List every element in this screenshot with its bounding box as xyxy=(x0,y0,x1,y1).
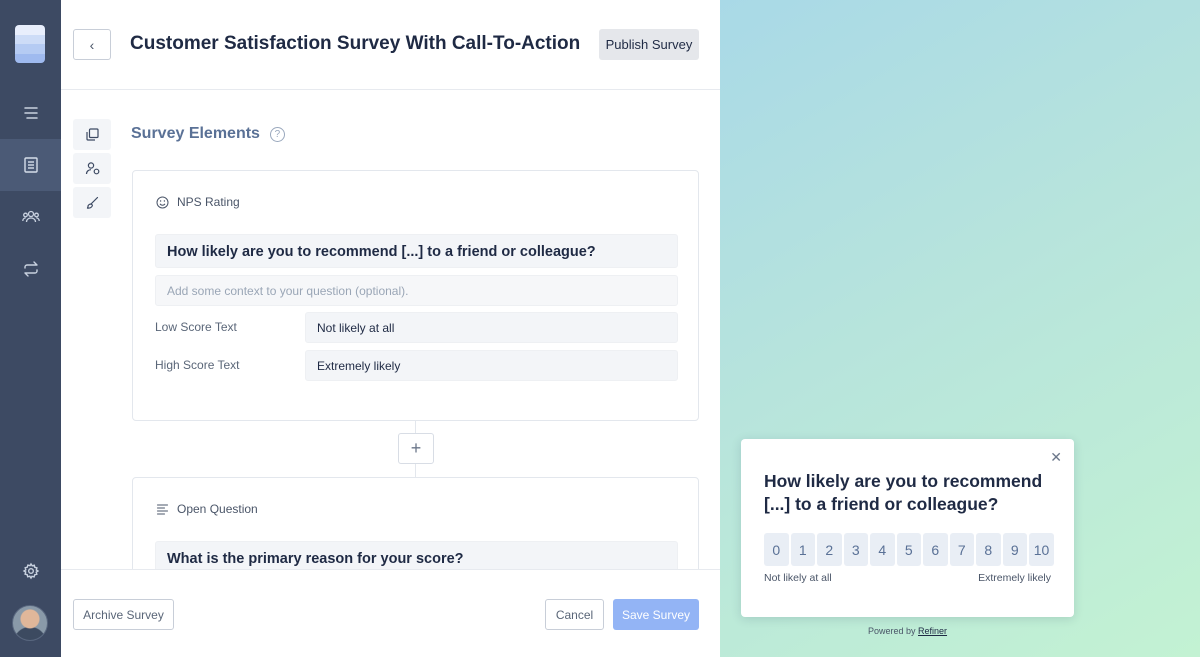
open-question-input[interactable]: What is the primary reason for your scor… xyxy=(155,541,678,569)
scale-option[interactable]: 1 xyxy=(790,533,815,566)
nps-context-input[interactable]: Add some context to your question (optio… xyxy=(155,275,678,306)
widget-question: How likely are you to recommend [...] to… xyxy=(764,471,1043,514)
sidebar-item-integrations[interactable] xyxy=(0,243,61,295)
powered-by: Powered by Refiner xyxy=(720,626,1095,636)
scale-option[interactable]: 0 xyxy=(764,533,789,566)
section-title: Survey Elements ? xyxy=(131,125,285,143)
smiley-icon xyxy=(156,196,169,208)
editor-tool-strip xyxy=(73,119,111,221)
avatar[interactable] xyxy=(12,605,48,641)
publish-survey-button[interactable]: Publish Survey xyxy=(599,29,699,60)
close-icon[interactable]: ✕ xyxy=(1050,449,1062,466)
app-logo[interactable] xyxy=(15,25,45,63)
scale-option[interactable]: 9 xyxy=(1002,533,1027,566)
add-element-button[interactable]: + xyxy=(398,433,434,464)
user-settings-icon xyxy=(85,162,99,175)
tool-design[interactable] xyxy=(73,187,111,218)
scale-option[interactable]: 7 xyxy=(949,533,974,566)
low-score-input[interactable]: Not likely at all xyxy=(305,312,678,343)
sidebar-item-settings[interactable] xyxy=(0,545,61,597)
menu-icon xyxy=(23,107,38,119)
nps-card-type-label: NPS Rating xyxy=(177,195,240,209)
low-score-label: Low Score Text xyxy=(155,320,237,334)
scale-option[interactable]: 4 xyxy=(870,533,895,566)
tool-elements[interactable] xyxy=(73,119,111,150)
survey-preview: ✕ How likely are you to recommend [...] … xyxy=(720,0,1200,657)
back-button[interactable]: ‹ xyxy=(73,29,111,60)
scale-option[interactable]: 6 xyxy=(923,533,948,566)
survey-editor: ‹ Customer Satisfaction Survey With Call… xyxy=(61,0,720,657)
nps-card-header: NPS Rating xyxy=(156,195,240,209)
editor-scroll-area[interactable]: Survey Elements ? NPS Rating How likely … xyxy=(61,91,720,569)
settings-icon xyxy=(22,562,39,580)
widget-low-label: Not likely at all xyxy=(764,572,832,584)
powered-by-prefix: Powered by xyxy=(867,626,916,636)
nps-question-input[interactable]: How likely are you to recommend [...] to… xyxy=(155,234,678,268)
sidebar-item-menu[interactable] xyxy=(0,87,61,139)
survey-widget: ✕ How likely are you to recommend [...] … xyxy=(741,439,1074,617)
widget-high-label: Extremely likely xyxy=(978,572,1051,584)
sidebar xyxy=(0,0,61,657)
copy-icon xyxy=(85,128,99,141)
editor-header: ‹ Customer Satisfaction Survey With Call… xyxy=(61,0,720,90)
integrations-icon xyxy=(23,261,38,277)
scale-option[interactable]: 8 xyxy=(976,533,1001,566)
scale-option[interactable]: 3 xyxy=(843,533,868,566)
surveys-icon xyxy=(23,157,38,173)
save-survey-button[interactable]: Save Survey xyxy=(613,599,699,630)
sidebar-item-contacts[interactable] xyxy=(0,191,61,243)
tool-targeting[interactable] xyxy=(73,153,111,184)
page-title: Customer Satisfaction Survey With Call-T… xyxy=(130,33,581,54)
scale-option[interactable]: 10 xyxy=(1029,533,1054,566)
scale-option[interactable]: 5 xyxy=(896,533,921,566)
cancel-button[interactable]: Cancel xyxy=(545,599,604,630)
high-score-input[interactable]: Extremely likely xyxy=(305,350,678,381)
contacts-icon xyxy=(21,210,40,223)
archive-survey-button[interactable]: Archive Survey xyxy=(73,599,174,630)
brush-icon xyxy=(86,196,98,209)
sidebar-item-surveys[interactable] xyxy=(0,139,61,191)
section-title-label: Survey Elements xyxy=(131,125,260,142)
open-card-header: Open Question xyxy=(156,502,258,516)
open-card-type-label: Open Question xyxy=(177,502,258,516)
chevron-left-icon: ‹ xyxy=(89,36,95,53)
open-question-card[interactable]: Open Question What is the primary reason… xyxy=(132,477,699,569)
connector-line xyxy=(415,421,416,433)
align-left-icon xyxy=(156,503,169,515)
nps-rating-card[interactable]: NPS Rating How likely are you to recomme… xyxy=(132,170,699,421)
scale-option[interactable]: 2 xyxy=(817,533,842,566)
help-icon[interactable]: ? xyxy=(269,126,285,142)
nps-scale: 0 1 2 3 4 5 6 7 8 9 10 xyxy=(764,533,1054,566)
editor-footer: Archive Survey Cancel Save Survey xyxy=(61,569,720,657)
connector-line xyxy=(415,464,416,477)
high-score-label: High Score Text xyxy=(155,358,240,372)
powered-by-brand-link[interactable]: Refiner xyxy=(918,626,947,636)
